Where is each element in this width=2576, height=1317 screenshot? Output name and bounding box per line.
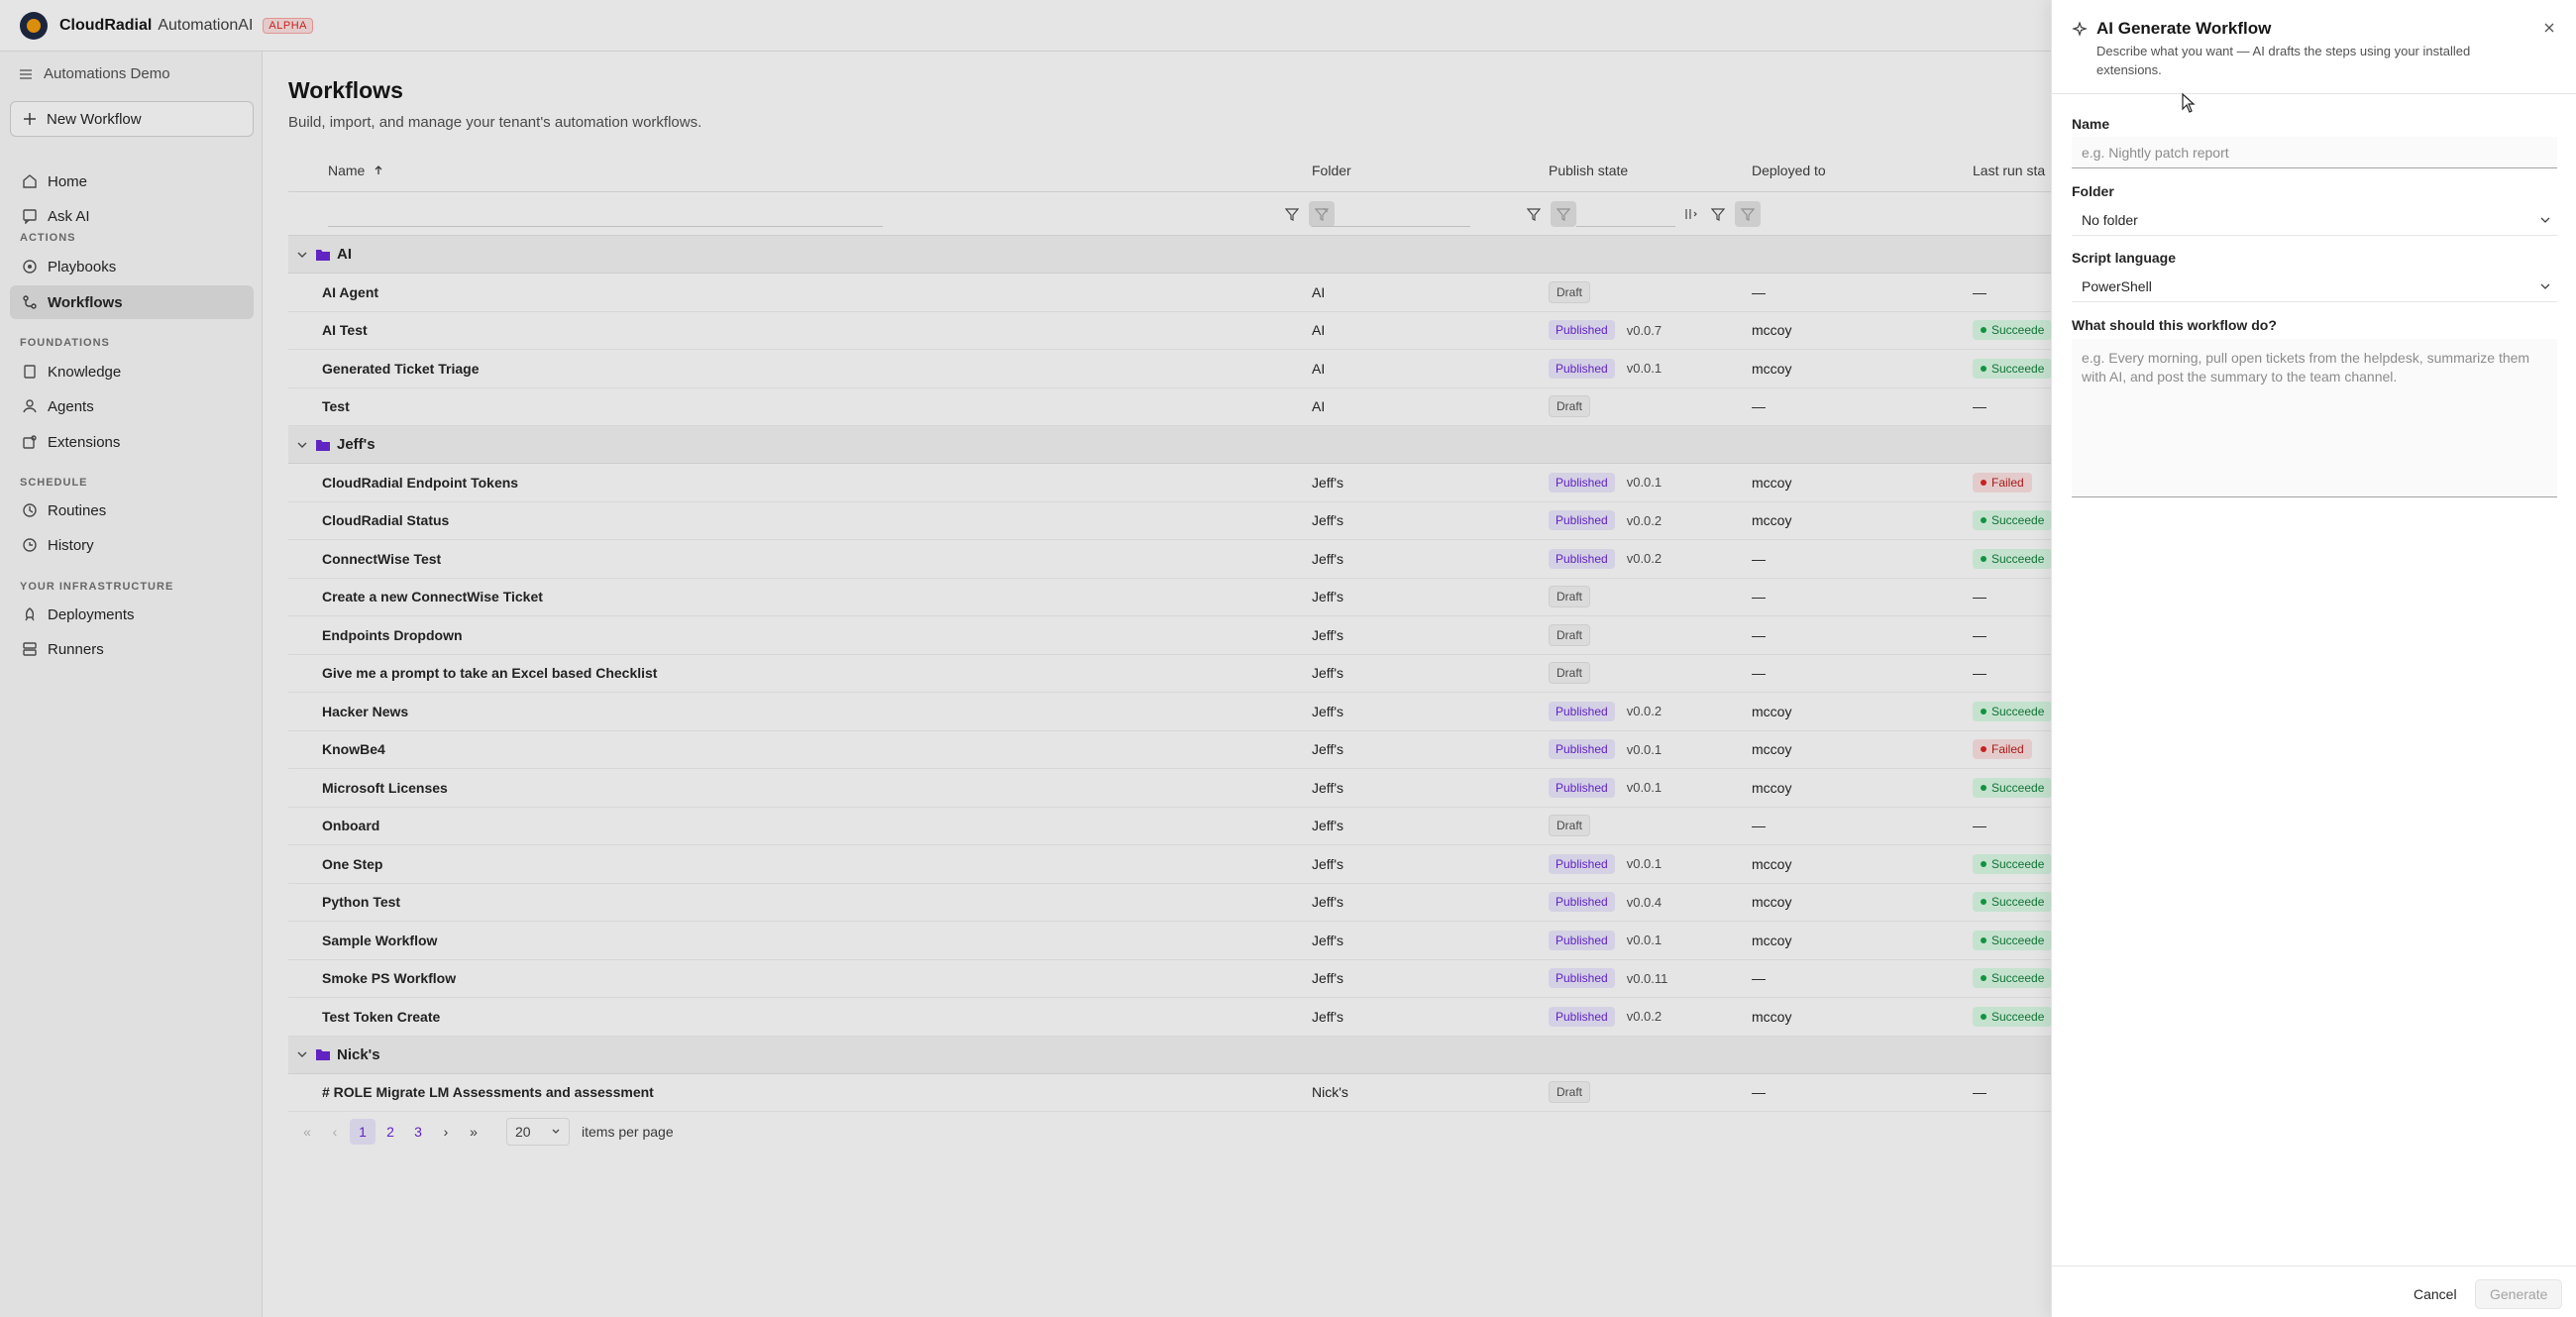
name-input[interactable] [2072, 137, 2557, 168]
drawer-description: Describe what you want — AI drafts the s… [2096, 44, 2471, 77]
close-icon [2544, 23, 2554, 33]
chevron-down-icon [2540, 283, 2550, 289]
mouse-cursor-icon [2182, 93, 2196, 113]
folder-value: No folder [2082, 211, 2138, 228]
name-label: Name [2072, 116, 2110, 132]
sparkle-icon [2072, 22, 2088, 37]
drawer-title: AI Generate Workflow [2096, 19, 2272, 38]
folder-select[interactable]: No folder [2072, 204, 2557, 236]
generate-button[interactable]: Generate [2475, 1279, 2563, 1309]
drawer-header: AI Generate Workflow Describe what you w… [2052, 0, 2576, 94]
modal-overlay[interactable] [0, 0, 2051, 1317]
prompt-textarea[interactable] [2072, 339, 2557, 497]
close-button[interactable] [2539, 18, 2559, 38]
folder-label: Folder [2072, 183, 2114, 199]
script-language-value: PowerShell [2082, 277, 2152, 294]
script-language-select[interactable]: PowerShell [2072, 271, 2557, 302]
prompt-label: What should this workflow do? [2072, 317, 2277, 333]
ai-generate-drawer: AI Generate Workflow Describe what you w… [2051, 0, 2576, 1317]
cancel-button[interactable]: Cancel [2404, 1279, 2467, 1309]
chevron-down-icon [2540, 217, 2550, 223]
drawer-footer: Cancel Generate [2052, 1265, 2576, 1317]
script-language-label: Script language [2072, 250, 2177, 266]
